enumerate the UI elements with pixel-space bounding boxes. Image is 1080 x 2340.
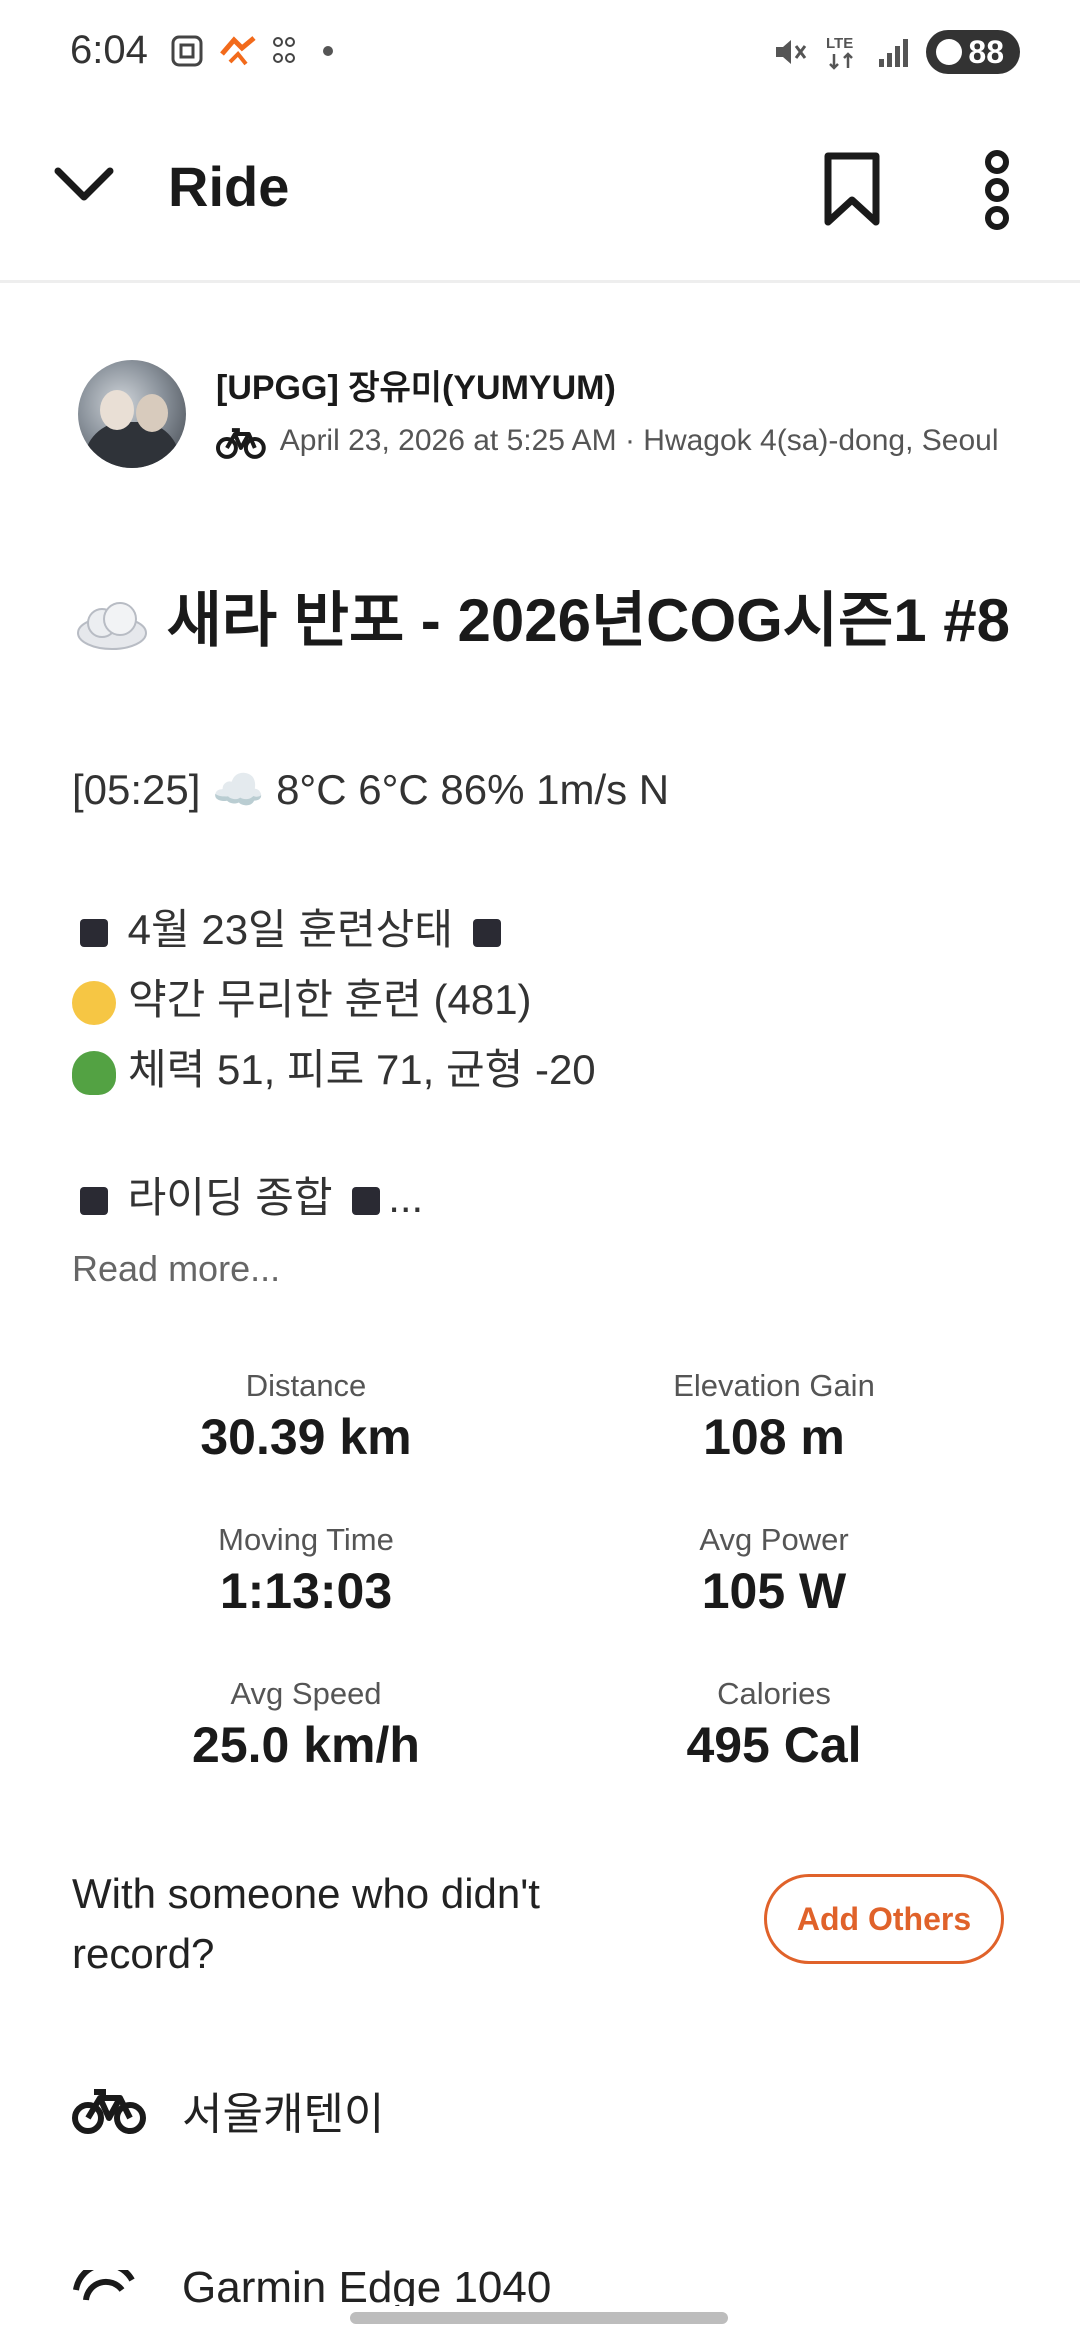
desc-text: 라이딩 종합 — [127, 1174, 333, 1221]
status-bar: 6:04 LTE 88 — [0, 0, 1080, 110]
activity-title-text: 새라 반포 - 2026년COG시즌1 #8 — [166, 587, 1010, 654]
status-time: 6:04 — [70, 28, 148, 72]
sweat-smile-emoji-icon — [72, 980, 116, 1025]
stat-value: 25.0 km/h — [192, 1717, 420, 1773]
mute-icon — [776, 40, 807, 64]
read-more-link[interactable]: Read more... — [72, 1248, 280, 1290]
lte-icon: LTE — [826, 35, 854, 70]
battery-saver-icon — [936, 39, 963, 65]
stat-distance: Distance 30.39 km — [106, 1368, 506, 1466]
gesture-home-bar[interactable] — [350, 2312, 728, 2324]
bookmark-icon — [824, 152, 880, 226]
app-grid-icon — [273, 37, 295, 63]
avatar[interactable] — [78, 360, 186, 468]
desc-ellipsis: ... — [388, 1174, 424, 1221]
battery-level: 88 — [968, 33, 1004, 70]
with-others-prompt: With someone who didn't record? — [72, 1870, 540, 1977]
stat-value: 1:13:03 — [219, 1563, 393, 1619]
top-app-bar: Ride — [0, 110, 1080, 283]
stat-elevation-gain: Elevation Gain 108 m — [574, 1368, 974, 1466]
system-icons: LTE 88 — [772, 30, 1020, 74]
black-square-icon — [352, 1186, 381, 1215]
stat-label: Distance — [245, 1368, 367, 1403]
desc-text: 4월 23일 훈련상태 — [127, 906, 453, 953]
cloud-icon — [77, 602, 147, 651]
gear-device-row[interactable]: Garmin Edge 1040 — [72, 2270, 551, 2306]
device-name: Garmin Edge 1040 — [182, 2270, 552, 2306]
stat-label: Calories — [717, 1676, 831, 1711]
notification-icons — [170, 34, 342, 68]
desc-line: 4월 23일 훈련상태 — [72, 895, 596, 965]
screenshot-icon — [171, 35, 203, 67]
stat-value: 105 W — [701, 1563, 847, 1619]
signal-icon — [879, 39, 909, 67]
stat-avg-speed: Avg Speed 25.0 km/h — [106, 1676, 506, 1774]
athlete-name[interactable]: [UPGG] 장유미(YUMYUM) — [216, 360, 616, 409]
tree-emoji-icon — [72, 1050, 116, 1095]
strava-app-icon — [220, 36, 256, 66]
desc-line: 라이딩 종합 ... — [72, 1163, 596, 1233]
desc-line: 약간 무리한 훈련 (481) — [72, 965, 596, 1035]
black-square-icon — [472, 918, 501, 947]
stat-avg-power: Avg Power 105 W — [574, 1522, 974, 1620]
collapse-button[interactable] — [50, 155, 118, 220]
add-others-button[interactable]: Add Others — [764, 1874, 1004, 1964]
stat-value: 30.39 km — [200, 1409, 412, 1465]
stat-moving-time: Moving Time 1:13:03 — [106, 1522, 506, 1620]
stat-value: 108 m — [703, 1409, 845, 1465]
stat-label: Avg Power — [699, 1522, 849, 1557]
dot-icon — [323, 46, 333, 56]
stat-value: 495 Cal — [686, 1717, 862, 1773]
battery-indicator: 88 — [926, 30, 1020, 74]
weather-line: [05:25] ☁️ 8°C 6°C 86% 1m/s N — [72, 766, 670, 813]
stat-calories: Calories 495 Cal — [574, 1676, 974, 1774]
activity-description: 4월 23일 훈련상태 약간 무리한 훈련 (481) 체력 51, 피로 71… — [72, 895, 596, 1233]
desc-line: 체력 51, 피로 71, 균형 -20 — [72, 1035, 596, 1105]
more-vertical-icon — [985, 150, 1009, 230]
desc-text: 약간 무리한 훈련 (481) — [128, 976, 532, 1023]
bike-name: 서울캐텐이 — [182, 2090, 385, 2139]
page-title: Ride — [168, 155, 290, 218]
gear-bike-row[interactable]: 서울캐텐이 — [72, 2078, 384, 2142]
black-square-icon — [80, 1186, 108, 1215]
bike-icon — [216, 428, 266, 459]
activity-meta: April 23, 2026 at 5:25 AM · Hwagok 4(sa)… — [216, 422, 1016, 462]
activity-title: 새라 반포 - 2026년COG시즌1 #8 — [72, 574, 1012, 668]
desc-text: 체력 51, 피로 71, 균형 -20 — [128, 1046, 596, 1093]
device-signal-icon — [73, 2270, 135, 2301]
stat-label: Avg Speed — [230, 1676, 382, 1711]
date-location: April 23, 2026 at 5:25 AM · Hwagok 4(sa)… — [279, 424, 999, 457]
bookmark-button[interactable] — [820, 150, 884, 235]
bike-icon — [72, 2089, 146, 2134]
stat-label: Moving Time — [218, 1522, 394, 1557]
black-square-icon — [80, 918, 108, 947]
more-options-button[interactable] — [980, 150, 1014, 235]
chevron-down-icon — [54, 167, 114, 201]
svg-text:LTE: LTE — [826, 35, 853, 52]
stat-label: Elevation Gain — [673, 1368, 875, 1403]
